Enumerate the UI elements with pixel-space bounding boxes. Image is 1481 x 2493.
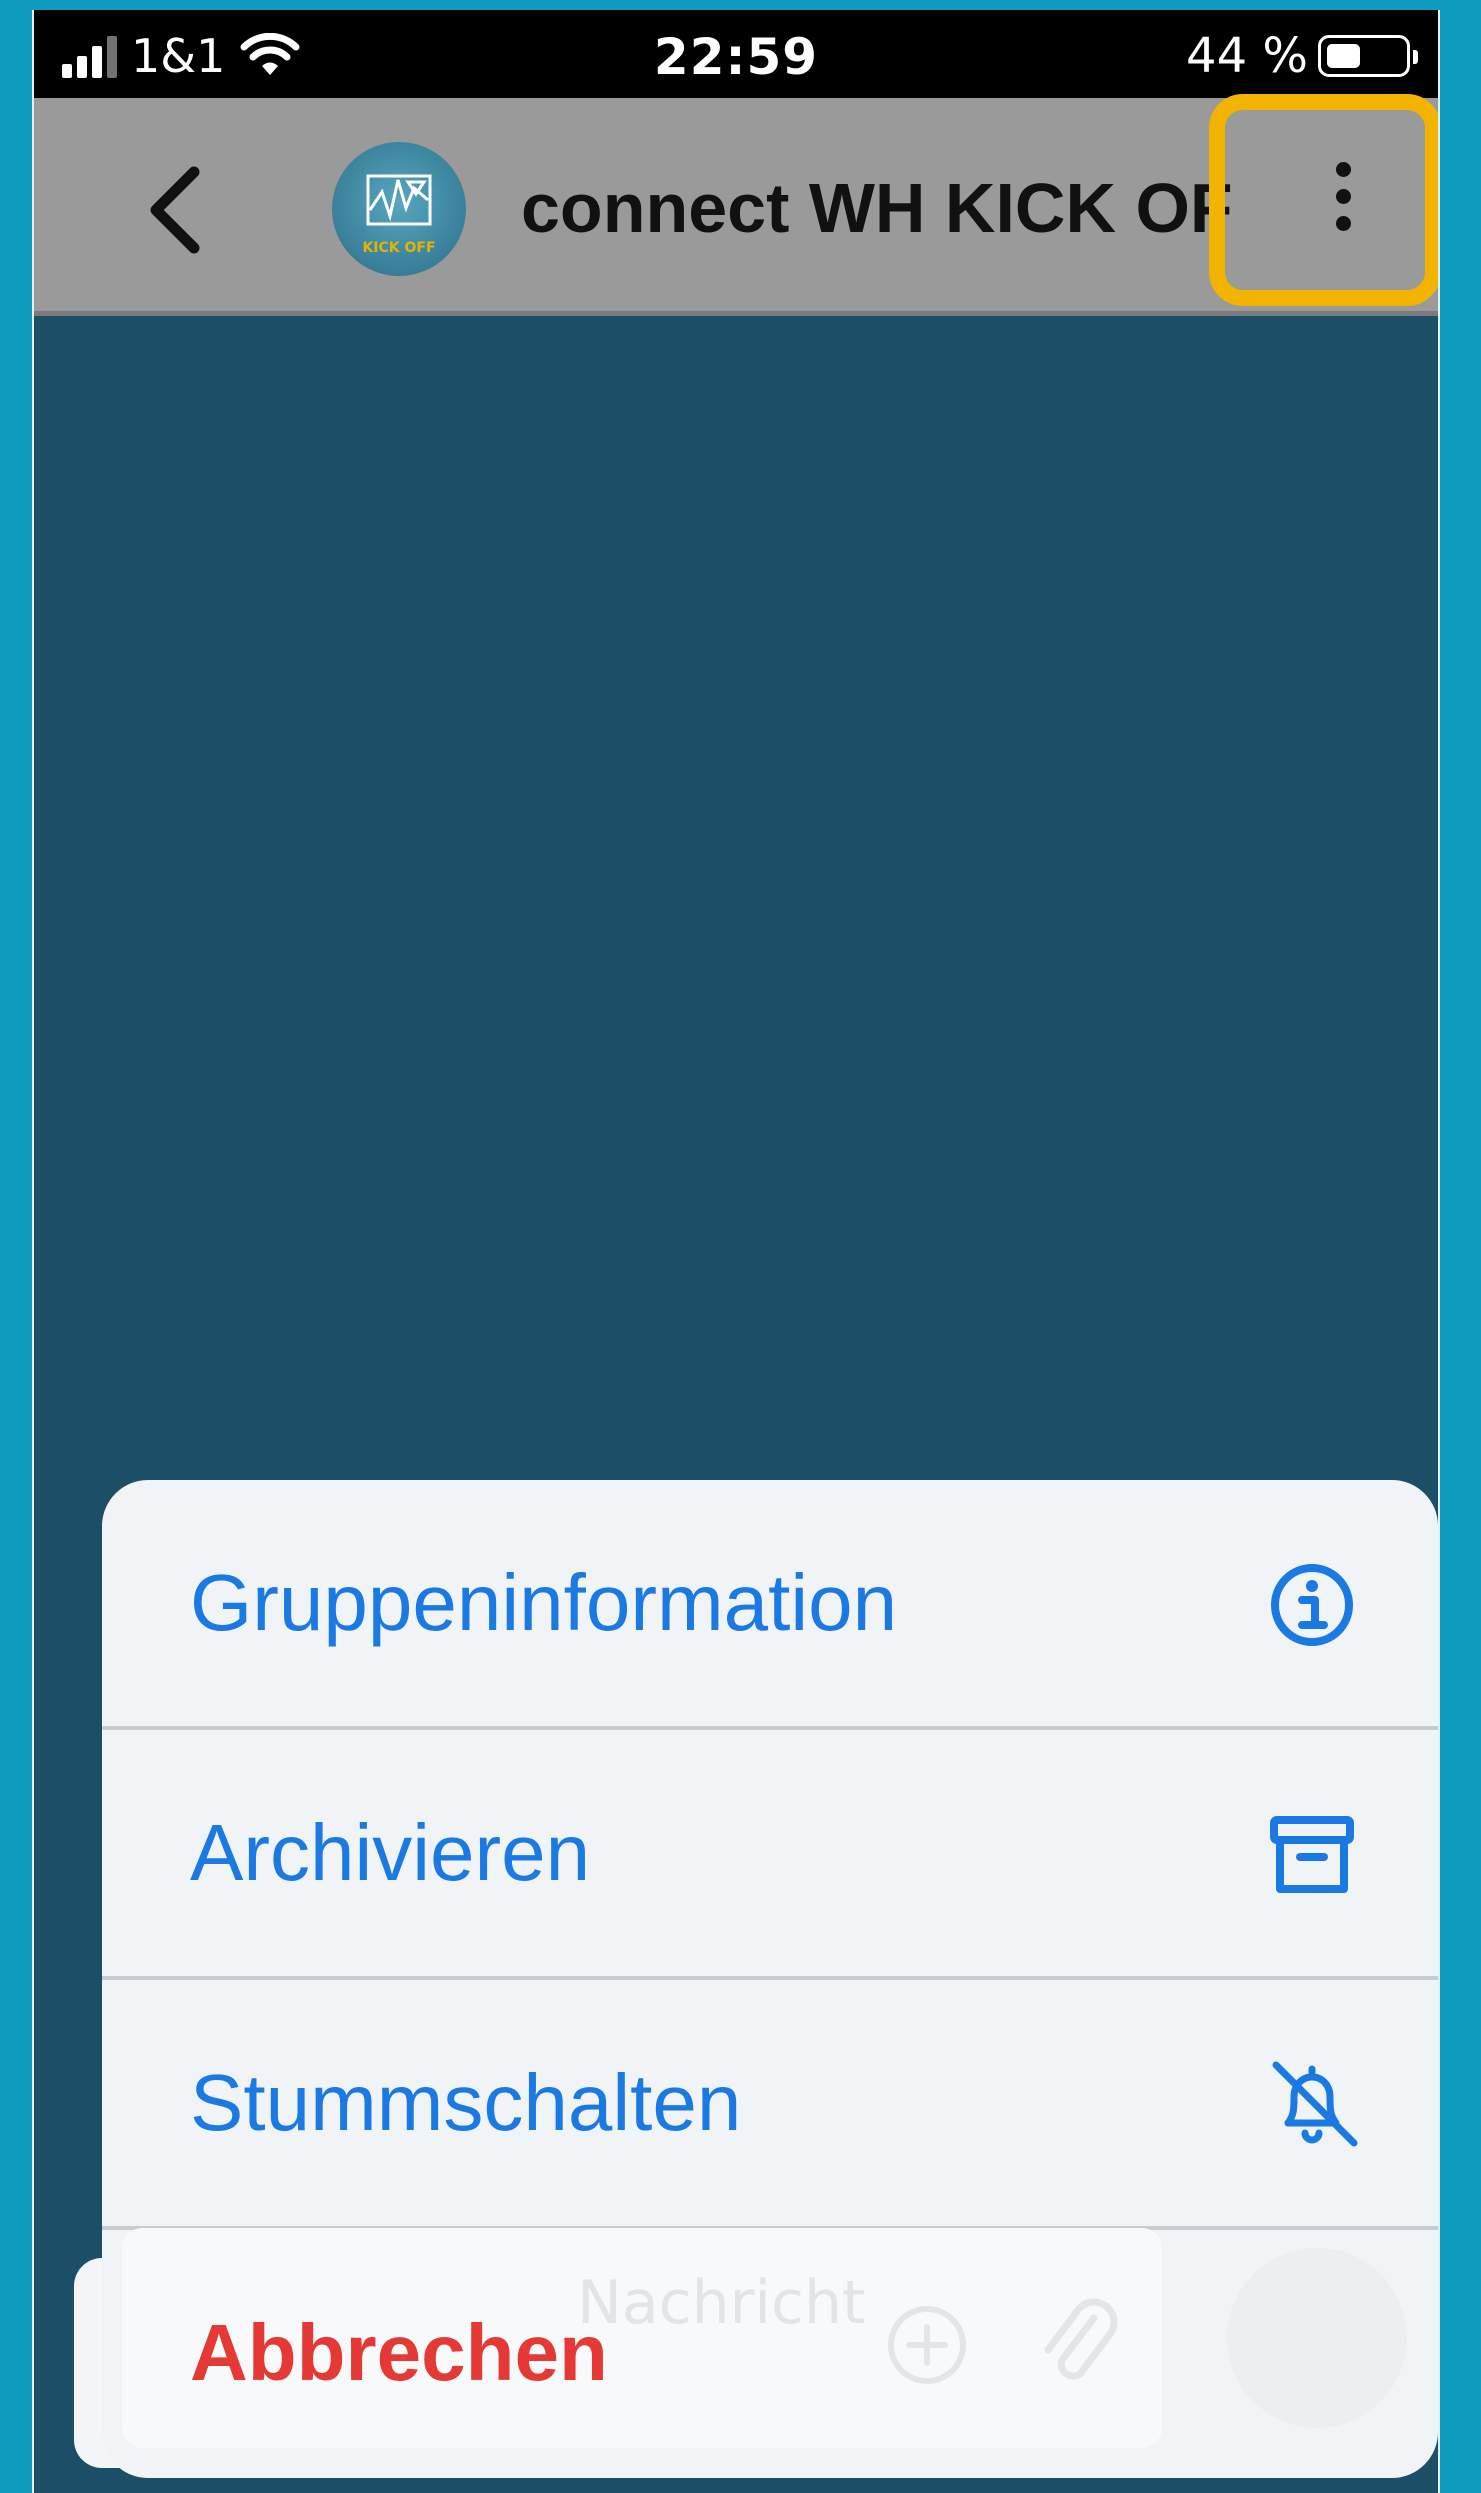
paperclip-icon: [1044, 2298, 1118, 2380]
add-circle-icon: [888, 2306, 966, 2384]
phone-screen: 1&1 22:59 44 % KICK OFF connect WH KICK …: [32, 10, 1440, 2493]
kickoff-logo-icon: [366, 174, 432, 226]
back-chevron-icon[interactable]: [134, 160, 214, 260]
action-sheet: Gruppeninformation Archivieren Stummscha…: [102, 1480, 1438, 2478]
action-sheet-cancel[interactable]: Nachricht Abbrechen: [102, 2228, 1438, 2478]
action-sheet-item-label: Gruppeninformation: [190, 1558, 898, 1647]
info-circle-icon: [1271, 1564, 1353, 1646]
action-sheet-item-mute[interactable]: Stummschalten: [102, 1980, 1438, 2230]
status-bar: 1&1 22:59 44 %: [34, 10, 1438, 98]
send-ghost: [1227, 2248, 1407, 2428]
archive-box-icon: [1270, 1816, 1354, 1893]
action-sheet-item-archive[interactable]: Archivieren: [102, 1730, 1438, 1980]
avatar-label: KICK OFF: [362, 240, 436, 256]
highlight-frame: [1209, 94, 1438, 306]
status-right: 44 %: [1186, 28, 1418, 84]
battery-icon: [1318, 35, 1418, 77]
more-options-button[interactable]: [1204, 94, 1438, 310]
group-avatar[interactable]: KICK OFF: [332, 142, 466, 276]
action-sheet-item-label: Stummschalten: [190, 2058, 742, 2147]
vertical-dots-icon: [1331, 162, 1355, 252]
bell-slash-icon: [1272, 2061, 1358, 2147]
chat-title[interactable]: connect WH KICK OFF: [521, 158, 1233, 258]
action-sheet-item-group-info[interactable]: Gruppeninformation: [102, 1480, 1438, 1730]
cancel-label: Abbrechen: [190, 2308, 608, 2397]
battery-percentage: 44 %: [1186, 28, 1308, 84]
message-placeholder: Nachricht: [577, 2268, 866, 2338]
action-sheet-item-label: Archivieren: [190, 1808, 591, 1897]
chat-header: KICK OFF connect WH KICK OFF: [34, 94, 1438, 316]
